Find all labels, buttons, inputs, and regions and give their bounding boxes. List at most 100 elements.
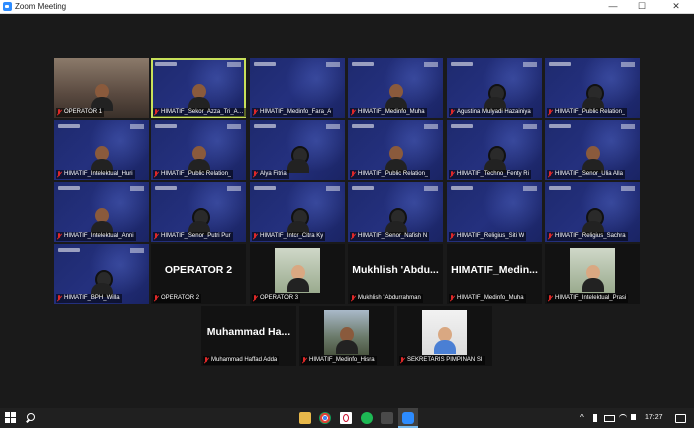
participant-video [384, 84, 407, 111]
clock[interactable]: 17:27 [645, 408, 663, 428]
name-label: HIMATIF_Senor_Ulia Alla [547, 170, 625, 179]
window-titlebar: Zoom Meeting — ☐ ✕ [0, 0, 694, 14]
participant-tile[interactable]: SEKRETARIS PIMPINAN SI [397, 306, 492, 366]
participant-tile-active-speaker[interactable]: HIMATIF_Sekor_Azza_Tri_Ana [151, 58, 246, 118]
files-icon[interactable] [381, 412, 393, 424]
tray-overflow-chevron-icon[interactable]: ^ [580, 408, 584, 428]
name-label: HIMATIF_Intelektual_Anni [56, 232, 136, 241]
name-label: OPERATOR 3 [252, 294, 301, 303]
mic-muted-icon [252, 295, 258, 302]
participant-tile-camera-off[interactable]: OPERATOR 2 OPERATOR 2 [151, 244, 246, 304]
notification-icon[interactable] [675, 414, 686, 423]
participant-tile[interactable]: HIMATIF_Public Relation_ [151, 120, 246, 180]
participant-tile[interactable]: HIMATIF_Techno_Fenty Ri [447, 120, 542, 180]
name-label: HIMATIF_Senor_Nafish N [350, 232, 430, 241]
opera-icon[interactable] [340, 412, 352, 424]
name-label: HIMATIF_Intelektual_Huri [56, 170, 135, 179]
window-title: Zoom Meeting [15, 2, 67, 11]
participant-tile[interactable]: HIMATIF_Medinfo_Fara_A [250, 58, 345, 118]
mic-muted-icon [547, 109, 553, 116]
spotify-icon[interactable] [361, 412, 373, 424]
participant-video [422, 310, 467, 355]
mic-muted-icon [547, 295, 553, 302]
participant-tile[interactable]: HIMATIF_Intelektual_Huri [54, 120, 149, 180]
participant-tile-camera-off[interactable]: Muhammad Ha... Muhammad Haffad Adda [201, 306, 296, 366]
mic-muted-icon [449, 233, 455, 240]
participant-tile[interactable]: OPERATOR 3 [250, 244, 345, 304]
participant-video [90, 146, 113, 173]
participant-tile-camera-off[interactable]: Mukhlish 'Abdu... Mukhlish 'Abdurrahman [348, 244, 443, 304]
participant-video [483, 84, 506, 111]
name-label: HIMATIF_Medinfo_Fara_A [252, 108, 334, 117]
participant-tile[interactable]: HIMATIF_Medinfo_Muha [348, 58, 443, 118]
mic-muted-icon [350, 295, 356, 302]
mic-muted-icon [449, 295, 455, 302]
mic-muted-icon [252, 171, 258, 178]
participant-video [90, 84, 113, 111]
name-label: OPERATOR 2 [153, 294, 202, 303]
participant-tile[interactable]: OPERATOR 1 [54, 58, 149, 118]
name-label: HIMATIF_Senor_Putri Pur [153, 232, 233, 241]
usb-icon[interactable] [593, 414, 597, 422]
volume-icon[interactable] [631, 414, 636, 420]
mic-muted-icon [252, 233, 258, 240]
name-label: HIMATIF_Public Relation_ [153, 170, 234, 179]
participant-tile[interactable]: Alya Fitria [250, 120, 345, 180]
wifi-icon[interactable] [619, 414, 627, 421]
participant-tile-camera-off[interactable]: HIMATIF_Medin... HIMATIF_Medinfo_Muha [447, 244, 542, 304]
participant-tile[interactable]: HIMATIF_Senor_Nafish N [348, 182, 443, 242]
name-label: HIMATIF_Medinfo_Hisra [301, 356, 377, 365]
close-button[interactable]: ✕ [664, 0, 688, 13]
participant-display-name: Mukhlish 'Abdu... [352, 264, 439, 276]
name-label: HIMATIF_Public Relation_ [547, 108, 628, 117]
participant-tile[interactable]: HIMATIF_BPH_Willa [54, 244, 149, 304]
participant-video [286, 146, 309, 173]
name-label: HIMATIF_Public Relation_ [350, 170, 431, 179]
participant-tile[interactable]: HIMATIF_Public Relation_ [348, 120, 443, 180]
taskbar: ^ 17:27 [0, 408, 694, 428]
participant-tile[interactable]: HIMATIF_Religius_Siti W [447, 182, 542, 242]
participant-video [90, 208, 113, 235]
mic-muted-icon [252, 109, 258, 116]
battery-icon[interactable] [604, 415, 615, 422]
participant-tile[interactable]: HIMATIF_Medinfo_Hisra [299, 306, 394, 366]
mic-muted-icon [449, 109, 455, 116]
mic-muted-icon [547, 171, 553, 178]
zoom-icon[interactable] [402, 412, 414, 424]
participant-tile[interactable]: HIMATIF_Public Relation_ [545, 58, 640, 118]
participant-tile[interactable]: HIMATIF_Intelektual_Anni [54, 182, 149, 242]
participant-tile[interactable]: HIMATIF_Religius_Sachra [545, 182, 640, 242]
mic-muted-icon [301, 357, 307, 364]
participant-tile[interactable]: Agustina Mulyadi Hazainiya [447, 58, 542, 118]
mic-muted-icon [56, 295, 62, 302]
search-icon[interactable] [25, 412, 37, 424]
participant-video [581, 146, 604, 173]
folder-icon[interactable] [299, 412, 311, 424]
chrome-icon[interactable] [319, 412, 331, 424]
name-label: HIMATIF_Religius_Siti W [449, 232, 527, 241]
maximize-button[interactable]: ☐ [630, 0, 654, 13]
minimize-button[interactable]: — [601, 0, 625, 13]
mic-muted-icon [203, 357, 209, 364]
participant-tile[interactable]: HIMATIF_Senor_Ulia Alla [545, 120, 640, 180]
name-label: HIMATIF_BPH_Willa [56, 294, 122, 303]
participant-video [384, 208, 407, 235]
mic-muted-icon [56, 233, 62, 240]
participant-video [581, 84, 604, 111]
name-label: Muhammad Haffad Adda [203, 356, 280, 365]
mic-muted-icon [350, 171, 356, 178]
participant-video [275, 248, 320, 293]
participant-tile[interactable]: HIMATIF_Intelektual_Prasi [545, 244, 640, 304]
mic-muted-icon [153, 109, 159, 116]
participant-video [570, 248, 615, 293]
zoom-app-icon [3, 2, 12, 11]
participant-video [187, 146, 210, 173]
windows-start-icon[interactable] [5, 412, 17, 424]
participant-video [324, 310, 369, 355]
participant-display-name: HIMATIF_Medin... [451, 264, 538, 276]
participant-video [187, 208, 210, 235]
mic-muted-icon [153, 233, 159, 240]
participant-video [384, 146, 407, 173]
participant-tile[interactable]: HIMATIF_Senor_Putri Pur [151, 182, 246, 242]
participant-tile[interactable]: HIMATIF_Intcr_Citra Ky [250, 182, 345, 242]
